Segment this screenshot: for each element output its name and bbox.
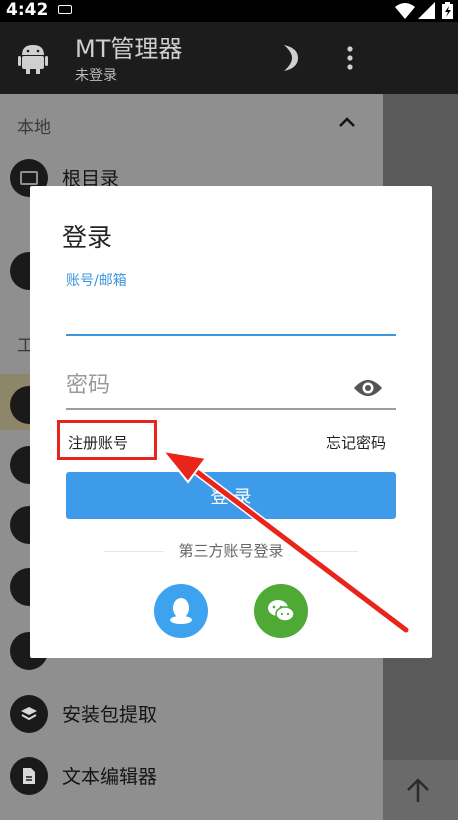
status-time: 4:42 (6, 0, 49, 20)
qq-login-button[interactable] (154, 584, 208, 638)
signal-icon (418, 2, 435, 19)
drawer-item-label: 文本编辑器 (62, 766, 158, 788)
battery-charging-icon (442, 2, 453, 19)
night-mode-icon[interactable] (276, 44, 300, 72)
keyboard-icon (58, 5, 72, 14)
layers-icon (10, 695, 48, 733)
drawer-item-label: 安装包提取 (62, 704, 158, 726)
login-button[interactable]: 登 录 (66, 472, 396, 519)
qq-icon (170, 598, 192, 624)
annotation-highlight-box (57, 420, 157, 460)
forgot-password-link[interactable]: 忘记密码 (326, 432, 386, 453)
android-icon (18, 45, 48, 74)
show-password-icon[interactable] (353, 378, 383, 398)
section-local: 本地 (17, 118, 51, 138)
app-title: MT管理器 (75, 35, 183, 63)
dialog-title: 登录 (62, 223, 113, 252)
document-icon (10, 757, 48, 795)
third-party-login-label: 第三方账号登录 (104, 540, 358, 561)
drawer-item-text-editor[interactable]: 文本编辑器 (0, 751, 383, 801)
wifi-icon (395, 3, 415, 19)
account-input[interactable] (66, 290, 396, 336)
account-field-label: 账号/邮箱 (66, 273, 127, 289)
wechat-icon (268, 600, 295, 622)
app-bar: MT管理器 未登录 (0, 22, 458, 94)
wechat-login-button[interactable] (254, 584, 308, 638)
drawer-item-apk-extract[interactable]: 安装包提取 (0, 689, 383, 739)
login-status-text[interactable]: 未登录 (75, 67, 117, 85)
chevron-up-icon[interactable] (338, 116, 356, 128)
arrow-up-icon[interactable] (405, 778, 431, 804)
more-options-icon[interactable] (346, 46, 354, 70)
status-bar: 4:42 (0, 0, 458, 22)
password-input[interactable] (66, 362, 396, 410)
